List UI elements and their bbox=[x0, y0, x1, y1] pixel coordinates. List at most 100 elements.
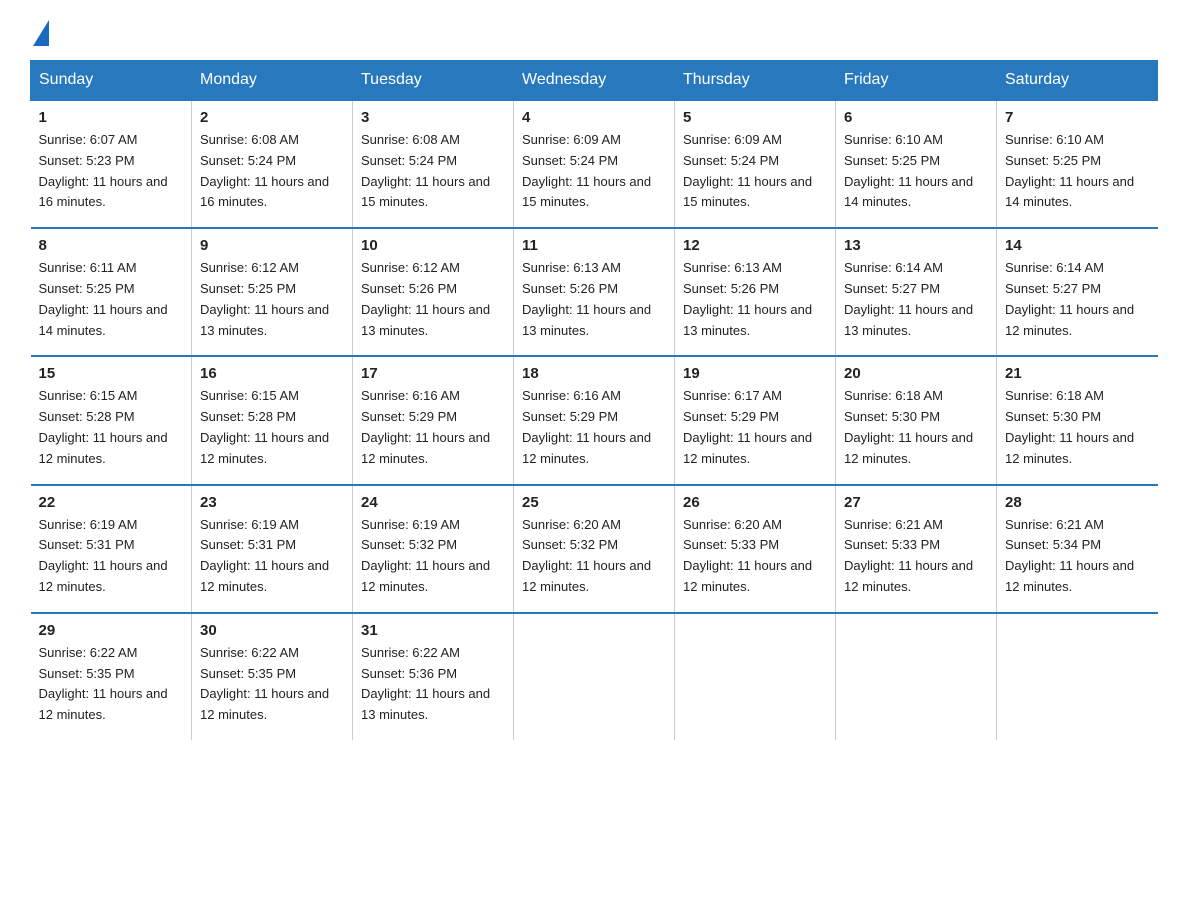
day-info: Sunrise: 6:21 AMSunset: 5:33 PMDaylight:… bbox=[844, 515, 988, 598]
day-info: Sunrise: 6:13 AMSunset: 5:26 PMDaylight:… bbox=[683, 258, 827, 341]
header-wednesday: Wednesday bbox=[514, 61, 675, 101]
day-info: Sunrise: 6:14 AMSunset: 5:27 PMDaylight:… bbox=[1005, 258, 1150, 341]
day-number: 31 bbox=[361, 622, 505, 639]
day-info: Sunrise: 6:08 AMSunset: 5:24 PMDaylight:… bbox=[200, 130, 344, 213]
calendar-cell bbox=[514, 613, 675, 740]
day-info: Sunrise: 6:21 AMSunset: 5:34 PMDaylight:… bbox=[1005, 515, 1150, 598]
calendar-cell: 21 Sunrise: 6:18 AMSunset: 5:30 PMDaylig… bbox=[997, 356, 1158, 484]
calendar-cell: 31 Sunrise: 6:22 AMSunset: 5:36 PMDaylig… bbox=[353, 613, 514, 740]
calendar-week-row: 22 Sunrise: 6:19 AMSunset: 5:31 PMDaylig… bbox=[31, 485, 1158, 613]
calendar-cell: 22 Sunrise: 6:19 AMSunset: 5:31 PMDaylig… bbox=[31, 485, 192, 613]
calendar-cell: 18 Sunrise: 6:16 AMSunset: 5:29 PMDaylig… bbox=[514, 356, 675, 484]
day-info: Sunrise: 6:18 AMSunset: 5:30 PMDaylight:… bbox=[844, 386, 988, 469]
day-number: 19 bbox=[683, 365, 827, 382]
calendar-cell: 27 Sunrise: 6:21 AMSunset: 5:33 PMDaylig… bbox=[836, 485, 997, 613]
header-saturday: Saturday bbox=[997, 61, 1158, 101]
day-number: 8 bbox=[39, 237, 184, 254]
calendar-cell: 2 Sunrise: 6:08 AMSunset: 5:24 PMDayligh… bbox=[192, 100, 353, 228]
calendar-cell: 30 Sunrise: 6:22 AMSunset: 5:35 PMDaylig… bbox=[192, 613, 353, 740]
calendar-cell: 6 Sunrise: 6:10 AMSunset: 5:25 PMDayligh… bbox=[836, 100, 997, 228]
page-header bbox=[30, 20, 1158, 42]
day-number: 16 bbox=[200, 365, 344, 382]
calendar-week-row: 8 Sunrise: 6:11 AMSunset: 5:25 PMDayligh… bbox=[31, 228, 1158, 356]
day-info: Sunrise: 6:19 AMSunset: 5:32 PMDaylight:… bbox=[361, 515, 505, 598]
day-info: Sunrise: 6:16 AMSunset: 5:29 PMDaylight:… bbox=[361, 386, 505, 469]
day-info: Sunrise: 6:15 AMSunset: 5:28 PMDaylight:… bbox=[200, 386, 344, 469]
day-number: 25 bbox=[522, 494, 666, 511]
day-number: 22 bbox=[39, 494, 184, 511]
day-info: Sunrise: 6:15 AMSunset: 5:28 PMDaylight:… bbox=[39, 386, 184, 469]
day-info: Sunrise: 6:22 AMSunset: 5:36 PMDaylight:… bbox=[361, 643, 505, 726]
day-info: Sunrise: 6:22 AMSunset: 5:35 PMDaylight:… bbox=[39, 643, 184, 726]
day-info: Sunrise: 6:18 AMSunset: 5:30 PMDaylight:… bbox=[1005, 386, 1150, 469]
day-number: 14 bbox=[1005, 237, 1150, 254]
day-info: Sunrise: 6:13 AMSunset: 5:26 PMDaylight:… bbox=[522, 258, 666, 341]
day-number: 15 bbox=[39, 365, 184, 382]
day-number: 2 bbox=[200, 109, 344, 126]
calendar-cell: 13 Sunrise: 6:14 AMSunset: 5:27 PMDaylig… bbox=[836, 228, 997, 356]
day-number: 18 bbox=[522, 365, 666, 382]
day-info: Sunrise: 6:20 AMSunset: 5:33 PMDaylight:… bbox=[683, 515, 827, 598]
calendar-cell: 24 Sunrise: 6:19 AMSunset: 5:32 PMDaylig… bbox=[353, 485, 514, 613]
day-info: Sunrise: 6:09 AMSunset: 5:24 PMDaylight:… bbox=[683, 130, 827, 213]
header-friday: Friday bbox=[836, 61, 997, 101]
calendar-cell: 10 Sunrise: 6:12 AMSunset: 5:26 PMDaylig… bbox=[353, 228, 514, 356]
calendar-cell: 7 Sunrise: 6:10 AMSunset: 5:25 PMDayligh… bbox=[997, 100, 1158, 228]
day-number: 21 bbox=[1005, 365, 1150, 382]
calendar-cell bbox=[997, 613, 1158, 740]
day-number: 9 bbox=[200, 237, 344, 254]
header-monday: Monday bbox=[192, 61, 353, 101]
calendar-cell: 12 Sunrise: 6:13 AMSunset: 5:26 PMDaylig… bbox=[675, 228, 836, 356]
day-info: Sunrise: 6:12 AMSunset: 5:25 PMDaylight:… bbox=[200, 258, 344, 341]
calendar-cell: 17 Sunrise: 6:16 AMSunset: 5:29 PMDaylig… bbox=[353, 356, 514, 484]
calendar-header-row: SundayMondayTuesdayWednesdayThursdayFrid… bbox=[31, 61, 1158, 101]
day-number: 5 bbox=[683, 109, 827, 126]
day-number: 7 bbox=[1005, 109, 1150, 126]
day-info: Sunrise: 6:19 AMSunset: 5:31 PMDaylight:… bbox=[200, 515, 344, 598]
day-info: Sunrise: 6:17 AMSunset: 5:29 PMDaylight:… bbox=[683, 386, 827, 469]
calendar-cell: 19 Sunrise: 6:17 AMSunset: 5:29 PMDaylig… bbox=[675, 356, 836, 484]
day-info: Sunrise: 6:08 AMSunset: 5:24 PMDaylight:… bbox=[361, 130, 505, 213]
day-info: Sunrise: 6:10 AMSunset: 5:25 PMDaylight:… bbox=[844, 130, 988, 213]
day-info: Sunrise: 6:10 AMSunset: 5:25 PMDaylight:… bbox=[1005, 130, 1150, 213]
calendar-week-row: 29 Sunrise: 6:22 AMSunset: 5:35 PMDaylig… bbox=[31, 613, 1158, 740]
day-number: 17 bbox=[361, 365, 505, 382]
calendar-cell: 1 Sunrise: 6:07 AMSunset: 5:23 PMDayligh… bbox=[31, 100, 192, 228]
calendar-table: SundayMondayTuesdayWednesdayThursdayFrid… bbox=[30, 60, 1158, 740]
logo bbox=[30, 20, 49, 42]
calendar-cell: 29 Sunrise: 6:22 AMSunset: 5:35 PMDaylig… bbox=[31, 613, 192, 740]
calendar-cell: 8 Sunrise: 6:11 AMSunset: 5:25 PMDayligh… bbox=[31, 228, 192, 356]
day-info: Sunrise: 6:07 AMSunset: 5:23 PMDaylight:… bbox=[39, 130, 184, 213]
day-info: Sunrise: 6:14 AMSunset: 5:27 PMDaylight:… bbox=[844, 258, 988, 341]
day-info: Sunrise: 6:11 AMSunset: 5:25 PMDaylight:… bbox=[39, 258, 184, 341]
header-thursday: Thursday bbox=[675, 61, 836, 101]
calendar-week-row: 15 Sunrise: 6:15 AMSunset: 5:28 PMDaylig… bbox=[31, 356, 1158, 484]
day-number: 26 bbox=[683, 494, 827, 511]
calendar-cell: 14 Sunrise: 6:14 AMSunset: 5:27 PMDaylig… bbox=[997, 228, 1158, 356]
day-number: 29 bbox=[39, 622, 184, 639]
day-number: 28 bbox=[1005, 494, 1150, 511]
day-info: Sunrise: 6:20 AMSunset: 5:32 PMDaylight:… bbox=[522, 515, 666, 598]
day-number: 4 bbox=[522, 109, 666, 126]
day-info: Sunrise: 6:19 AMSunset: 5:31 PMDaylight:… bbox=[39, 515, 184, 598]
day-info: Sunrise: 6:09 AMSunset: 5:24 PMDaylight:… bbox=[522, 130, 666, 213]
logo-triangle-icon bbox=[33, 20, 49, 46]
day-number: 10 bbox=[361, 237, 505, 254]
calendar-cell: 9 Sunrise: 6:12 AMSunset: 5:25 PMDayligh… bbox=[192, 228, 353, 356]
day-info: Sunrise: 6:12 AMSunset: 5:26 PMDaylight:… bbox=[361, 258, 505, 341]
calendar-cell: 11 Sunrise: 6:13 AMSunset: 5:26 PMDaylig… bbox=[514, 228, 675, 356]
day-number: 20 bbox=[844, 365, 988, 382]
header-tuesday: Tuesday bbox=[353, 61, 514, 101]
day-number: 1 bbox=[39, 109, 184, 126]
calendar-cell: 16 Sunrise: 6:15 AMSunset: 5:28 PMDaylig… bbox=[192, 356, 353, 484]
day-info: Sunrise: 6:16 AMSunset: 5:29 PMDaylight:… bbox=[522, 386, 666, 469]
calendar-cell: 28 Sunrise: 6:21 AMSunset: 5:34 PMDaylig… bbox=[997, 485, 1158, 613]
calendar-cell: 4 Sunrise: 6:09 AMSunset: 5:24 PMDayligh… bbox=[514, 100, 675, 228]
day-number: 11 bbox=[522, 237, 666, 254]
day-number: 6 bbox=[844, 109, 988, 126]
day-number: 3 bbox=[361, 109, 505, 126]
calendar-cell: 23 Sunrise: 6:19 AMSunset: 5:31 PMDaylig… bbox=[192, 485, 353, 613]
day-info: Sunrise: 6:22 AMSunset: 5:35 PMDaylight:… bbox=[200, 643, 344, 726]
calendar-cell bbox=[675, 613, 836, 740]
calendar-cell: 5 Sunrise: 6:09 AMSunset: 5:24 PMDayligh… bbox=[675, 100, 836, 228]
